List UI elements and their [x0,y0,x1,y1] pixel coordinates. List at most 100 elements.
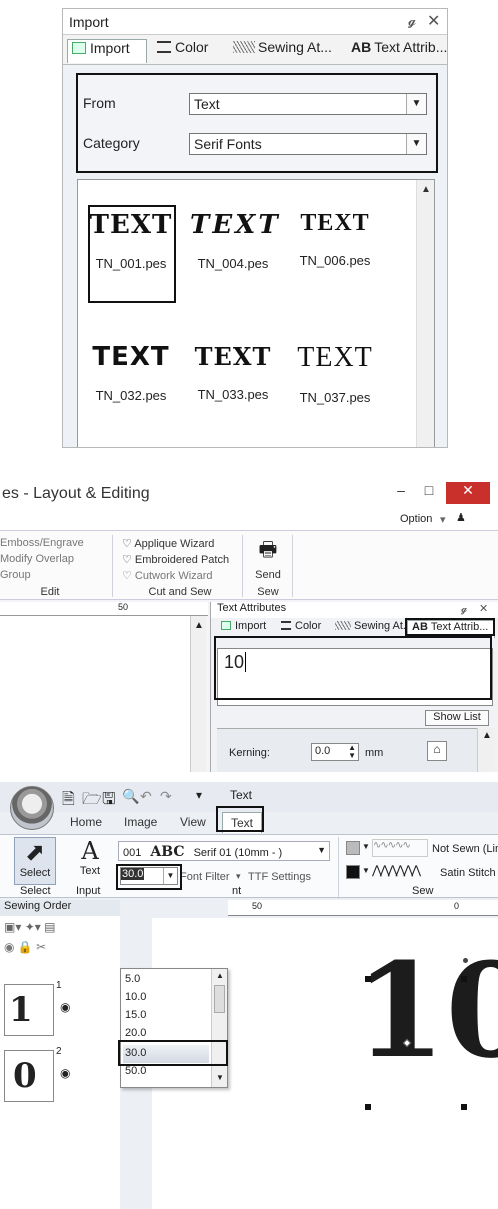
text-button[interactable]: A Text [70,837,110,885]
visibility-icon[interactable]: ◉ [4,940,14,954]
new-file-icon[interactable]: 🗎 [62,788,75,815]
divider [338,837,339,899]
scroll-up-icon[interactable]: ▲ [216,971,224,980]
ruler-label-0: 0 [454,901,460,911]
tab-text-attrib[interactable]: AB Text Attrib... [347,39,447,63]
selection-handle[interactable] [461,976,467,982]
chevron-down-icon[interactable]: ▾ [236,871,241,882]
zoom-icon[interactable]: 🔍 [122,788,139,805]
canvas-text[interactable]: 10 [355,936,498,1086]
tab-sewing[interactable]: Sewing At... [229,39,345,63]
cut-icon[interactable]: ✂ [36,940,46,954]
chevron-down-icon[interactable]: ▾ [15,920,21,934]
line-color-swatch[interactable] [346,841,360,855]
ttf-settings-button[interactable]: TTF Settings [248,871,311,883]
chevron-down-icon[interactable]: ▼ [362,842,370,851]
save-icon[interactable]: 🖫 [102,788,116,815]
tab-color[interactable]: Color [153,39,225,63]
size-option[interactable]: 20.0 [125,1027,146,1039]
maximize-icon[interactable]: □ [414,482,444,504]
rotate-handle[interactable] [463,958,468,963]
line-stitch-icon[interactable]: ∿∿∿∿∿ [372,839,428,857]
tab-image[interactable]: Image [124,815,157,829]
canvas-scrollbar[interactable]: ▲ [190,616,206,772]
modify-overlap-button[interactable]: Modify Overlap [0,553,74,565]
thumbnail-scrollbar[interactable]: ▲ [416,180,434,447]
selection-handle[interactable] [365,976,371,982]
font-name: Serif 01 (10mm - ) [193,847,283,859]
kerning-spinner[interactable]: 0.0 ▲ ▼ [311,743,359,761]
lock-icon[interactable]: 🔒 [18,940,33,954]
minimize-icon[interactable]: – [386,482,416,504]
selection-handle[interactable] [461,1104,467,1110]
font-group-label: nt [232,885,242,897]
scroll-up-icon[interactable]: ▲ [194,620,204,631]
undo-icon[interactable]: ↶ [140,788,152,805]
import-icon [221,621,231,630]
ruler-label: 50 [118,602,129,612]
thumbnail-item[interactable]: TEXT TN_004.pes [190,210,278,271]
close-icon[interactable]: ✕ [479,602,488,615]
thumbnail-item[interactable]: TEXT TN_037.pes [292,342,378,405]
satin-stitch-icon[interactable]: ⋀⋀⋀⋀⋀⋀ [372,863,428,881]
sew-group-label: Sew [412,885,434,897]
chevron-down-icon[interactable]: ▼ [362,866,370,875]
thumbnail-item[interactable]: TEXT TN_033.pes [190,342,276,402]
embroidered-patch-button[interactable]: ♡ Embroidered Patch [122,553,229,566]
attributes-scrollbar[interactable]: ▲ [477,728,495,772]
selection-handle[interactable] [365,1104,371,1110]
user-icon[interactable]: ♟ [456,511,466,524]
thumbnail-item[interactable]: TEXT TN_032.pes [88,342,174,403]
move-icon[interactable]: ✦ [25,920,35,934]
design-canvas[interactable] [0,616,190,772]
tab-color-label: Color [295,620,322,632]
select-button[interactable]: ⬈ Select [14,837,56,885]
sewing-order-item[interactable]: 1 [4,984,54,1036]
font-select[interactable]: 001 ABC Serif 01 (10mm - ) ▼ [118,841,330,861]
scroll-up-icon[interactable]: ▲ [421,184,431,195]
tab-view[interactable]: View [180,815,206,829]
show-list-button[interactable]: Show List [425,710,489,726]
view-mode-icon[interactable]: ▣ [4,920,15,934]
satin-stitch-button[interactable]: Satin Stitch [440,867,496,879]
chevron-down-icon[interactable]: ▾ [35,920,41,934]
size-option[interactable]: 5.0 [125,973,140,985]
eye-icon[interactable]: ◉ [60,1066,70,1080]
chevron-down-icon[interactable]: ▼ [317,845,326,855]
emboss-button[interactable]: Emboss/Engrave [0,537,84,549]
thumbnail-item[interactable]: TEXT TN_006.pes [292,210,378,268]
scroll-thumb[interactable] [214,985,225,1013]
pin-icon[interactable]: 𝓰 [461,603,467,616]
redo-icon[interactable]: ↷ [160,788,172,805]
cutwork-wizard-button[interactable]: ♡ Cutwork Wizard [122,569,213,582]
font-filter-button[interactable]: Font Filter [180,871,230,883]
home-icon[interactable]: ⌂ [427,741,447,761]
scroll-up-icon[interactable]: ▲ [482,730,492,741]
region-color-swatch[interactable] [346,865,360,879]
option-menu[interactable]: Option [400,513,432,525]
close-icon[interactable]: ✕ [427,11,440,31]
size-option[interactable]: 10.0 [125,991,146,1003]
pin-icon[interactable]: 𝓰 [408,12,416,29]
tab-import[interactable]: Import [67,39,147,63]
sort-icon[interactable]: ▤ [44,920,55,934]
group-button[interactable]: Group [0,569,31,581]
dropdown-scrollbar[interactable]: ▲ ▼ [211,969,227,1087]
send-button[interactable]: 🖶 Send [250,535,286,583]
size-option[interactable]: 15.0 [125,1009,146,1021]
chevron-down-icon[interactable]: ▾ [440,513,446,526]
size-dropdown-list: 5.0 10.0 15.0 20.0 30.0 50.0 ▲ ▼ [120,968,228,1088]
customize-icon[interactable]: ▾ [196,788,202,802]
not-sewn-button[interactable]: Not Sewn (Lin [432,843,498,855]
size-option[interactable]: 50.0 [125,1065,146,1077]
eye-icon[interactable]: ◉ [60,1000,70,1014]
order-item-number: 1 [56,980,62,991]
scroll-down-icon[interactable]: ▼ [216,1073,224,1082]
highlight-text-attrib-tab [405,618,495,636]
tab-home[interactable]: Home [70,815,102,829]
applique-wizard-button[interactable]: ♡ Applique Wizard [122,537,214,550]
spinner-arrows-icon[interactable]: ▲ ▼ [348,744,356,760]
sewing-order-item[interactable]: 0 [4,1050,54,1102]
close-icon[interactable]: ✕ [446,482,490,504]
open-folder-icon[interactable]: 🗁 [82,788,102,815]
